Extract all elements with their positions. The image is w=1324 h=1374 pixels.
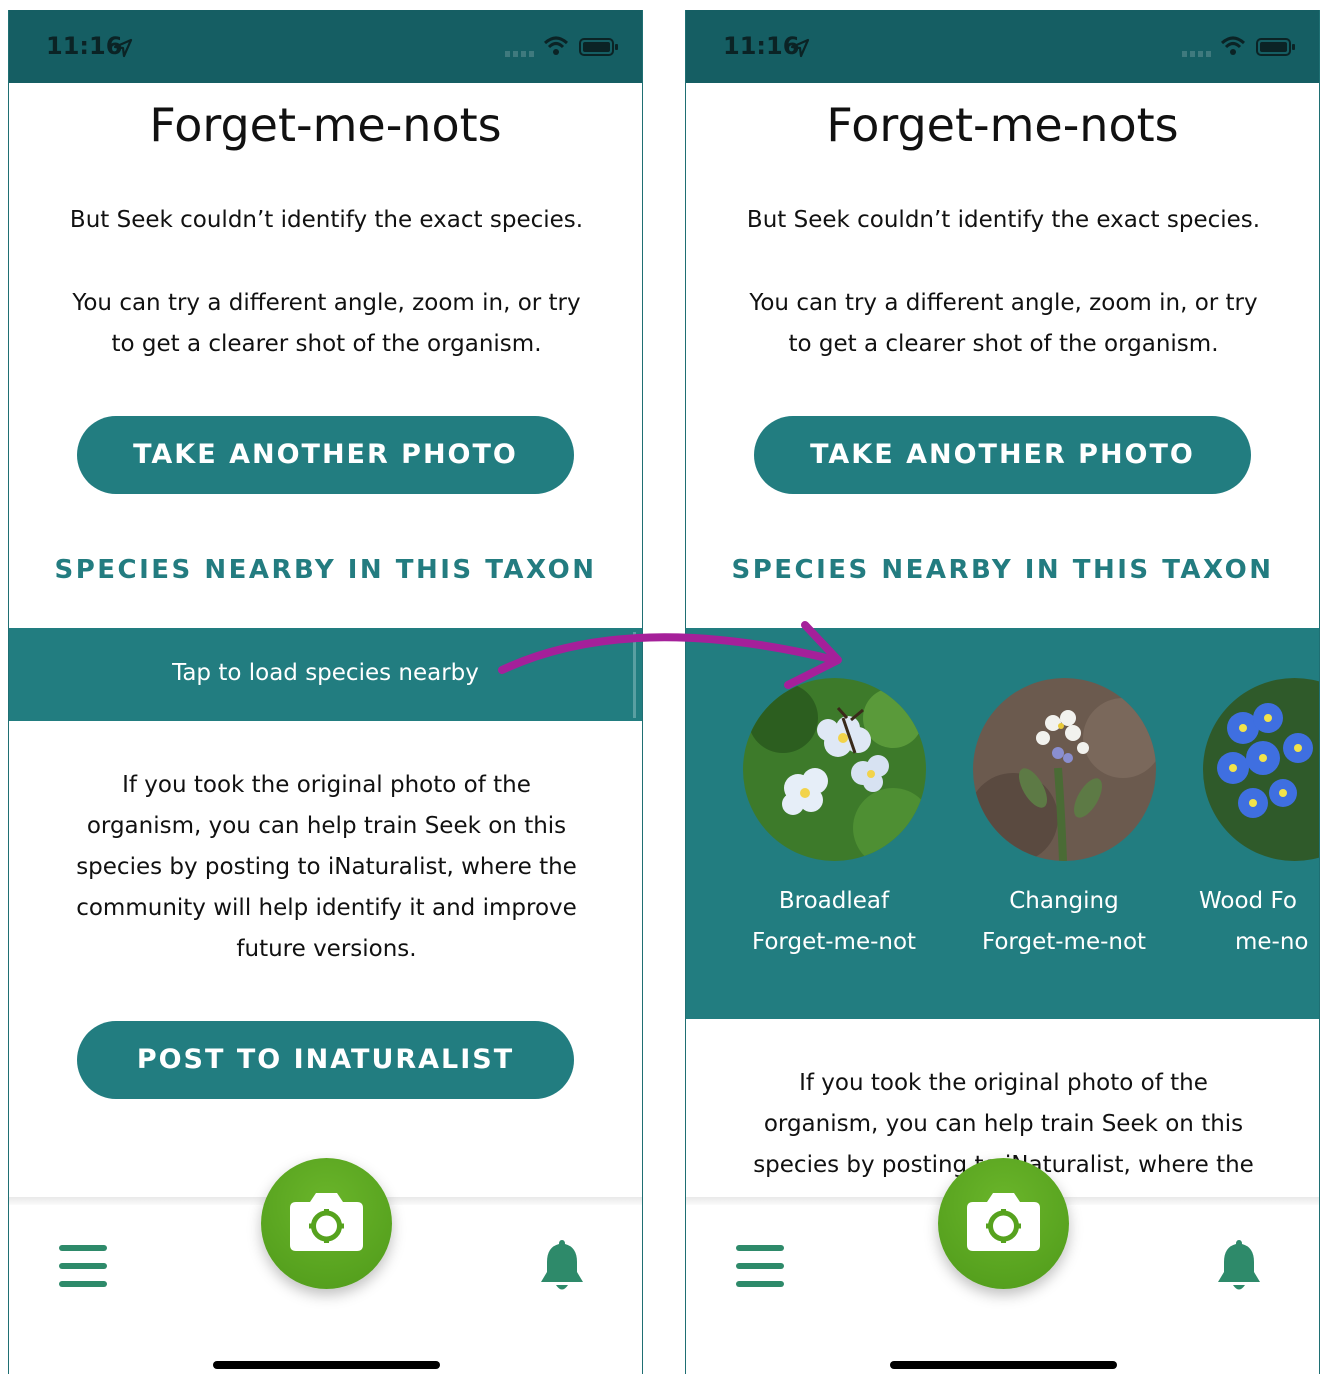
species-photo-image xyxy=(972,678,1156,861)
take-another-photo-button[interactable]: TAKE ANOTHER PHOTO xyxy=(754,416,1251,494)
take-another-photo-button[interactable]: TAKE ANOTHER PHOTO xyxy=(77,416,574,494)
train-line: future versions. xyxy=(236,936,417,962)
species-nearby-heading: SPECIES NEARBY IN THIS TAXON xyxy=(54,555,597,585)
species-card-changing-forget-me-not[interactable]: Changing Forget-me-not xyxy=(949,678,1179,963)
load-species-nearby-button[interactable]: Tap to load species nearby xyxy=(9,628,642,721)
phone-screen-after: 11:16 Forget-me-nots But Seek couldn’t i… xyxy=(685,10,1320,1374)
train-line: If you took the original photo of the xyxy=(799,1070,1208,1096)
status-time: 11:16 xyxy=(46,32,123,60)
status-time: 11:16 xyxy=(723,32,800,60)
home-indicator xyxy=(890,1361,1117,1369)
location-arrow-icon xyxy=(790,38,810,58)
species-photo-image xyxy=(742,678,926,861)
battery-icon xyxy=(579,38,618,56)
menu-icon[interactable] xyxy=(59,1245,107,1287)
species-photo-image xyxy=(1202,678,1319,861)
species-nearby-carousel[interactable]: Broadleaf Forget-me-not Changing Forget-… xyxy=(686,628,1319,1019)
battery-icon xyxy=(1256,38,1295,56)
camera-icon xyxy=(290,1193,363,1251)
hint-line: You can try a different angle, zoom in, … xyxy=(749,290,1258,316)
train-line: organism, you can help train Seek on thi… xyxy=(86,813,567,839)
train-line: If you took the original photo of the xyxy=(122,772,531,798)
species-name: Broadleaf Forget-me-not xyxy=(719,881,949,963)
hint-text: You can try a different angle, zoom in, … xyxy=(726,283,1281,365)
species-photo xyxy=(972,678,1156,861)
menu-icon[interactable] xyxy=(736,1245,784,1287)
phone-screen-before: 11:16 Forget-me-nots But Seek couldn’t i… xyxy=(8,10,643,1374)
species-card-broadleaf-forget-me-not[interactable]: Broadleaf Forget-me-not xyxy=(719,678,949,963)
species-name-line: Wood Fo xyxy=(1199,888,1297,914)
train-line: organism, you can help train Seek on thi… xyxy=(763,1111,1244,1137)
hint-line: to get a clearer shot of the organism. xyxy=(788,331,1219,357)
camera-button[interactable] xyxy=(938,1158,1069,1289)
hint-line: to get a clearer shot of the organism. xyxy=(111,331,542,357)
wifi-icon xyxy=(543,36,569,55)
status-bar: 11:16 xyxy=(686,10,1319,83)
species-card-wood-forget-me-not[interactable]: Wood Fo me-no xyxy=(1179,678,1319,963)
species-name-line: Changing xyxy=(1009,888,1119,914)
species-photo xyxy=(742,678,926,861)
page-title: Forget-me-nots xyxy=(149,98,502,152)
camera-icon xyxy=(967,1193,1040,1251)
train-seek-text: If you took the original photo of the or… xyxy=(49,765,604,970)
species-name-line: Forget-me-not xyxy=(751,929,917,955)
wifi-icon xyxy=(1220,36,1246,55)
notifications-bell-icon[interactable] xyxy=(1214,1238,1264,1292)
species-name: Wood Fo me-no xyxy=(1179,881,1319,963)
hint-line: You can try a different angle, zoom in, … xyxy=(72,290,581,316)
cellular-signal-icon xyxy=(505,51,534,57)
hint-text: You can try a different angle, zoom in, … xyxy=(49,283,604,365)
scrollbar xyxy=(633,632,636,718)
species-name-line: Forget-me-not xyxy=(981,929,1147,955)
location-arrow-icon xyxy=(113,38,133,58)
species-photo xyxy=(1202,678,1319,861)
train-line: species by posting to iNaturalist, where… xyxy=(76,854,577,880)
page-title: Forget-me-nots xyxy=(826,98,1179,152)
home-indicator xyxy=(213,1361,440,1369)
train-line: community will help identify it and impr… xyxy=(76,895,577,921)
notifications-bell-icon[interactable] xyxy=(537,1238,587,1292)
status-bar: 11:16 xyxy=(9,10,642,83)
species-name-line: me-no xyxy=(1235,929,1309,955)
cellular-signal-icon xyxy=(1182,51,1211,57)
species-nearby-heading: SPECIES NEARBY IN THIS TAXON xyxy=(731,555,1274,585)
post-to-inaturalist-button[interactable]: POST TO INATURALIST xyxy=(77,1021,574,1099)
species-name: Changing Forget-me-not xyxy=(949,881,1179,963)
species-name-line: Broadleaf xyxy=(778,888,890,914)
camera-button[interactable] xyxy=(261,1158,392,1289)
result-subtitle: But Seek couldn’t identify the exact spe… xyxy=(69,207,584,233)
result-subtitle: But Seek couldn’t identify the exact spe… xyxy=(746,207,1261,233)
